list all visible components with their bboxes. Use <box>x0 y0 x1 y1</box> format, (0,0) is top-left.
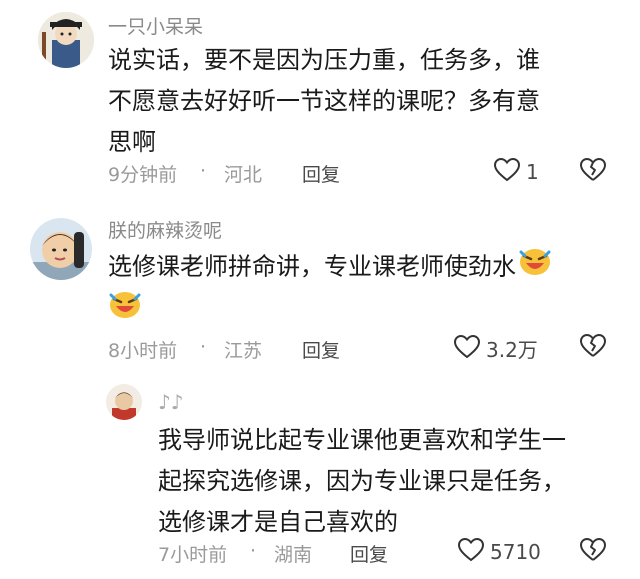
broken-heart-icon <box>580 538 606 566</box>
separator-dot: · <box>200 160 207 182</box>
broken-heart-icon <box>580 158 606 186</box>
comment-line: 选修课老师拼命讲，专业课老师使劲水 <box>108 246 552 289</box>
username[interactable]: 一只小呆呆 <box>108 12 203 39</box>
location: 湖南 <box>274 544 313 566</box>
comment-line: 说实话，要不是因为压力重，任务多，谁 <box>108 46 540 74</box>
comment-line: 起探究选修课，因为专业课只是任务， <box>158 467 566 495</box>
like-button[interactable]: 1 <box>493 157 539 186</box>
like-button[interactable]: 5710 <box>457 537 541 566</box>
like-count: 3.2万 <box>486 338 538 362</box>
comment-line <box>108 289 552 332</box>
dislike-button[interactable] <box>580 158 606 186</box>
comment-line: 选修课才是自己喜欢的 <box>158 508 398 536</box>
comment-text: 选修课老师拼命讲，专业课老师使劲水 <box>108 246 552 332</box>
like-count: 1 <box>526 160 539 184</box>
dislike-button[interactable] <box>580 334 606 362</box>
laughing-crying-emoji-icon <box>108 289 142 332</box>
comment-text: 我导师说比起专业课他更喜欢和学生一 起探究选修课，因为专业课只是任务， 选修课才… <box>158 420 566 543</box>
broken-heart-icon <box>580 334 606 362</box>
comment-line: 我导师说比起专业课他更喜欢和学生一 <box>158 426 566 454</box>
location: 河北 <box>224 164 263 186</box>
reply-button[interactable]: 回复 <box>302 336 340 363</box>
timestamp: 7小时前 <box>158 544 228 566</box>
like-count: 5710 <box>490 540 541 564</box>
avatar[interactable] <box>38 12 94 68</box>
separator-dot: · <box>200 336 207 358</box>
reply-button[interactable]: 回复 <box>350 540 388 567</box>
timestamp: 9分钟前 <box>108 164 178 186</box>
location: 江苏 <box>224 340 263 362</box>
heart-icon <box>493 157 521 186</box>
comment-line: 不愿意去好好听一节这样的课呢？多有意 <box>108 87 540 115</box>
heart-icon <box>453 334 481 363</box>
avatar[interactable] <box>106 384 142 420</box>
avatar[interactable] <box>30 218 92 280</box>
dislike-button[interactable] <box>580 538 606 566</box>
username[interactable]: 朕的麻辣烫呢 <box>108 216 222 243</box>
reply-button[interactable]: 回复 <box>302 160 340 187</box>
comment-line-text: 选修课老师拼命讲，专业课老师使劲水 <box>108 252 516 281</box>
separator-dot: · <box>250 540 257 562</box>
heart-icon <box>457 537 485 566</box>
like-button[interactable]: 3.2万 <box>453 334 538 363</box>
laughing-crying-emoji-icon <box>518 246 552 289</box>
username[interactable]: ♪♪ <box>158 390 184 414</box>
timestamp: 8小时前 <box>108 340 178 362</box>
comment-text: 说实话，要不是因为压力重，任务多，谁 不愿意去好好听一节这样的课呢？多有意 思啊 <box>108 40 540 163</box>
comment-line: 思啊 <box>108 128 156 156</box>
